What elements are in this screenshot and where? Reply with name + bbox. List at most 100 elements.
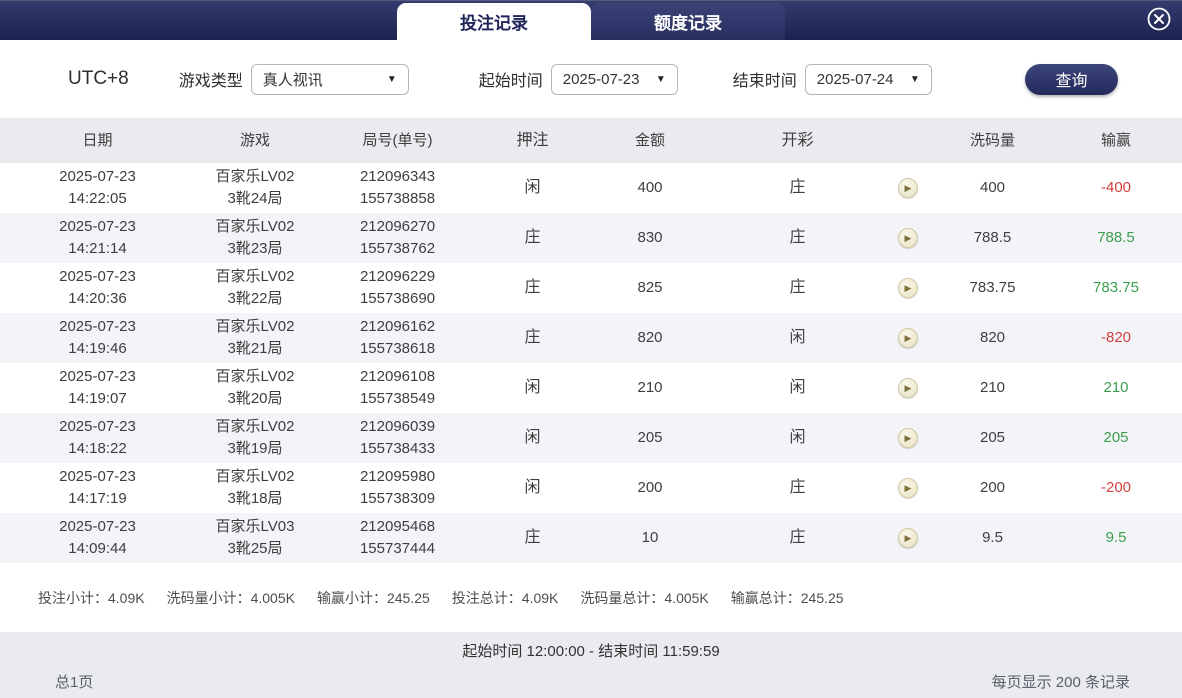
tab-quota-records[interactable]: 额度记录: [591, 3, 785, 40]
cell-result: 闲: [789, 329, 806, 347]
cell-game: 百家乐LV02 3靴19局: [215, 418, 295, 457]
cell-result: 闲: [789, 429, 806, 447]
cell-wash-amount: 9.5: [982, 529, 1003, 547]
page-footer: 起始时间 12:00:00 - 结束时间 11:59:59 总1页 每页显示 2…: [0, 632, 1182, 698]
play-video-button[interactable]: ▶: [897, 428, 918, 448]
play-video-button[interactable]: ▶: [897, 178, 918, 198]
cell-bet: 庄: [524, 329, 541, 347]
cell-result: 庄: [789, 229, 806, 247]
session-time-range: 起始时间 12:00:00 - 结束时间 11:59:59: [462, 643, 720, 660]
top-bar: 投注记录 额度记录: [0, 0, 1182, 40]
cell-amount: 205: [637, 429, 663, 447]
summary-item: 洗码量小计：4.005K: [166, 589, 295, 606]
cell-winloss: -820: [1100, 329, 1132, 347]
cell-winloss: 9.5: [1105, 529, 1127, 547]
cell-play: ▶: [880, 228, 935, 248]
cell-wash-amount: 200: [979, 479, 1006, 497]
tab-betting-records[interactable]: 投注记录: [397, 3, 591, 40]
start-date-select[interactable]: 2025-07-23 ▼: [550, 63, 678, 95]
cell-date: 2025-07-23 14:19:07: [59, 368, 136, 407]
cell-game: 百家乐LV02 3靴20局: [215, 368, 295, 407]
column-header: 游戏: [239, 131, 270, 149]
cell-round-ids: 212096229 155738690: [359, 268, 436, 307]
cell-winloss: -400: [1100, 179, 1132, 197]
game-type-select[interactable]: 真人视讯 ▼: [250, 63, 409, 95]
cell-game: 百家乐LV02 3靴18局: [215, 468, 295, 507]
page-count: 总1页: [55, 674, 94, 691]
column-header: 日期: [82, 131, 113, 149]
cell-amount: 820: [637, 329, 663, 347]
table-row: 2025-07-23 14:18:22 百家乐LV02 3靴19局 21209603…: [0, 413, 1182, 463]
cell-amount: 825: [637, 279, 663, 297]
column-header: 开彩: [781, 131, 814, 149]
chevron-down-icon: ▼: [655, 73, 666, 85]
cell-round-ids: 212095980 155738309: [359, 468, 436, 507]
table-row: 2025-07-23 14:09:44 百家乐LV03 3靴25局 21209546…: [0, 513, 1182, 563]
cell-round-ids: 212096162 155738618: [359, 318, 436, 357]
game-type-value: 真人视讯: [262, 71, 323, 89]
summary-item: 投注总计：4.09K: [451, 589, 559, 606]
play-icon: ▶: [904, 482, 912, 493]
cell-bet: 庄: [524, 529, 541, 547]
cell-winloss: 783.75: [1093, 279, 1139, 297]
play-icon: ▶: [904, 332, 912, 343]
play-icon: ▶: [904, 232, 912, 243]
cell-amount: 10: [641, 529, 659, 547]
play-video-button[interactable]: ▶: [897, 378, 918, 398]
cell-wash-amount: 783.75: [969, 279, 1016, 297]
summary-item: 输赢总计：245.25: [730, 589, 844, 606]
cell-wash-amount: 205: [979, 429, 1006, 447]
play-video-button[interactable]: ▶: [897, 328, 918, 348]
cell-wash-amount: 788.5: [973, 229, 1012, 247]
cell-bet: 庄: [524, 279, 541, 297]
end-date-select[interactable]: 2025-07-24 ▼: [804, 63, 932, 95]
start-time-label: 起始时间: [478, 73, 543, 90]
cell-date: 2025-07-23 14:19:46: [59, 318, 136, 357]
cell-bet: 闲: [524, 479, 541, 497]
summary-item: 洗码量总计：4.005K: [580, 589, 709, 606]
cell-play: ▶: [880, 378, 935, 398]
cell-round-ids: 212096039 155738433: [359, 418, 436, 457]
table-row: 2025-07-23 14:17:19 百家乐LV02 3靴18局 21209598…: [0, 463, 1182, 513]
chevron-down-icon: ▼: [386, 73, 397, 85]
play-icon: ▶: [904, 382, 912, 393]
close-button[interactable]: [1145, 5, 1173, 33]
cell-result: 闲: [789, 379, 806, 397]
cell-wash-amount: 210: [979, 379, 1006, 397]
table-row: 2025-07-23 14:20:36 百家乐LV02 3靴22局 21209622…: [0, 263, 1182, 313]
end-time-label: 结束时间: [732, 73, 797, 90]
query-button[interactable]: 查询: [1025, 63, 1118, 95]
start-date-value: 2025-07-23: [562, 70, 640, 88]
cell-winloss: 210: [1103, 379, 1129, 397]
cell-game: 百家乐LV03 3靴25局: [215, 518, 295, 557]
play-icon: ▶: [904, 432, 912, 443]
cell-result: 庄: [789, 479, 806, 497]
cell-winloss: -200: [1100, 479, 1132, 497]
cell-result: 庄: [789, 279, 806, 297]
cell-play: ▶: [880, 328, 935, 348]
cell-game: 百家乐LV02 3靴21局: [215, 318, 295, 357]
column-header: 押注: [516, 131, 549, 149]
table-row: 2025-07-23 14:19:07 百家乐LV02 3靴20局 21209610…: [0, 363, 1182, 413]
chevron-down-icon: ▼: [909, 73, 920, 85]
summary-item: 投注小计：4.09K: [38, 589, 145, 606]
summary-item: 输赢小计：245.25: [316, 589, 430, 606]
cell-round-ids: 212096343 155738858: [359, 168, 436, 207]
cell-play: ▶: [880, 178, 935, 198]
table-header: 日期 游戏 局号(单号) 押注 金额 开彩 洗码量 输赢: [0, 118, 1182, 163]
filter-bar: UTC+8 游戏类型 真人视讯 ▼ 起始时间 2025-07-23 ▼ 结束时间…: [0, 40, 1182, 118]
cell-date: 2025-07-23 14:09:44: [59, 518, 136, 557]
tab-bar: 投注记录 额度记录: [397, 3, 785, 40]
table-row: 2025-07-23 14:19:46 百家乐LV02 3靴21局 21209616…: [0, 313, 1182, 363]
column-header: 金额: [634, 131, 665, 149]
cell-amount: 830: [637, 229, 663, 247]
close-icon: [1147, 7, 1171, 31]
play-video-button[interactable]: ▶: [897, 278, 918, 298]
play-video-button[interactable]: ▶: [897, 228, 918, 248]
play-icon: ▶: [904, 282, 912, 293]
play-video-button[interactable]: ▶: [897, 478, 918, 498]
play-video-button[interactable]: ▶: [897, 528, 918, 548]
end-date-value: 2025-07-24: [816, 70, 894, 88]
game-type-label: 游戏类型: [178, 73, 243, 90]
cell-winloss: 788.5: [1097, 229, 1135, 247]
